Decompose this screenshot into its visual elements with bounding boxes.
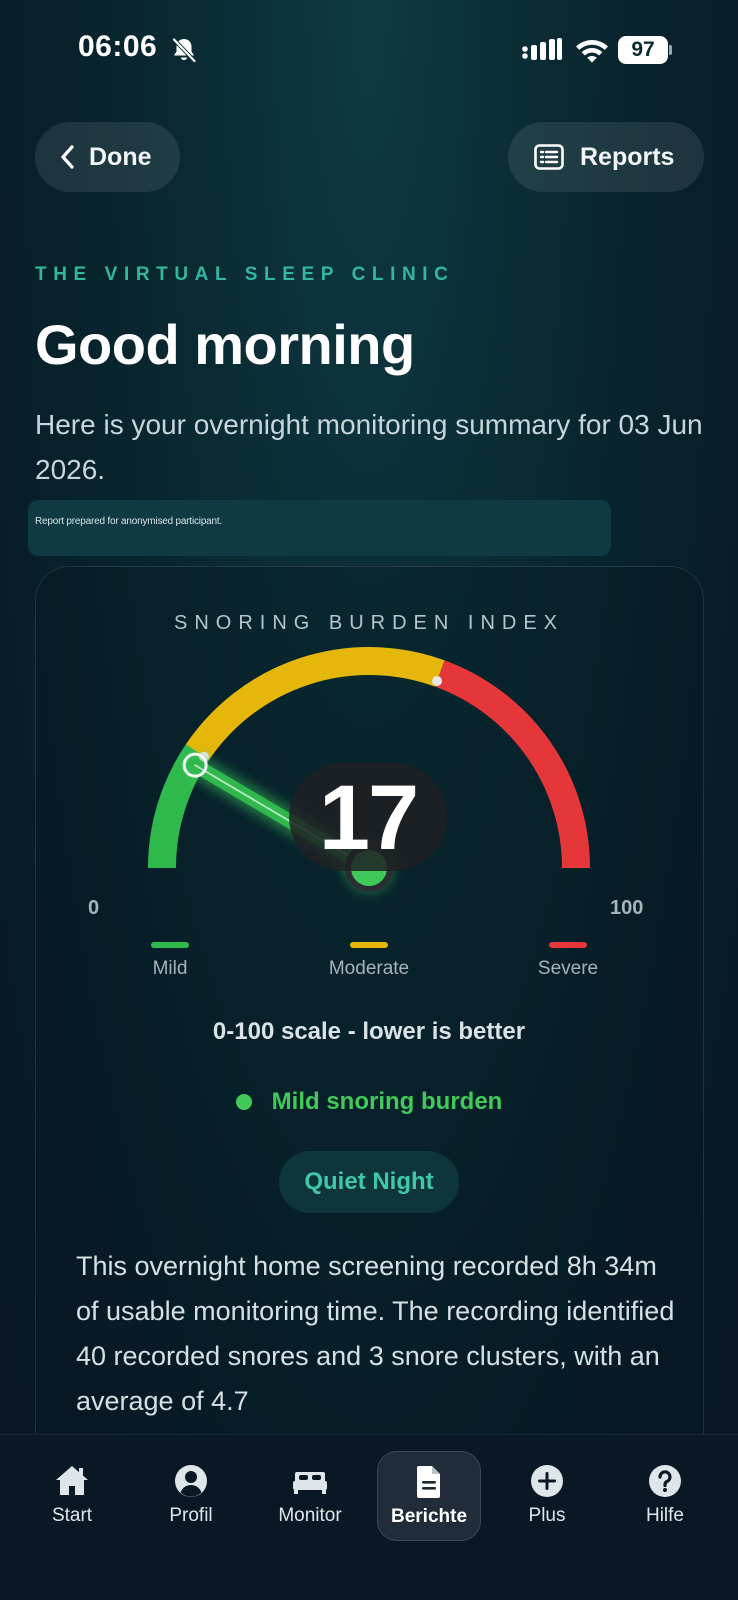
nav-label-start: Start [51, 1505, 93, 1526]
status-text: Mild snoring burden [271, 1088, 503, 1115]
status-dot [235, 1094, 252, 1110]
legend-moderate-label: Moderate [328, 958, 410, 979]
nav-item-start[interactable]: Start [20, 1451, 124, 1541]
night-badge: Quiet Night [279, 1151, 459, 1213]
reports-button[interactable]: Reports [508, 122, 704, 192]
home-icon [56, 1466, 88, 1495]
score-value: 17 [318, 767, 419, 869]
nav-item-hilfe[interactable]: Hilfe [613, 1451, 717, 1541]
nav-item-profil[interactable]: Profil [139, 1451, 243, 1541]
gauge-title: SNORING BURDEN INDEX [173, 612, 565, 634]
report-body-text: This overnight home screening recorded 8… [76, 1251, 675, 1416]
status-bar: 06:06 97 [0, 0, 738, 100]
nav-item-plus[interactable]: Plus [495, 1451, 599, 1541]
nav-label-monitor: Monitor [278, 1505, 342, 1526]
nav-item-berichte[interactable]: Berichte [377, 1451, 481, 1541]
nav-label-hilfe: Hilfe [645, 1505, 684, 1526]
gauge-arc-moderate [185, 647, 445, 761]
cellular-signal-icon [522, 38, 562, 60]
wifi-icon [576, 40, 608, 63]
summary-text: Here is your overnight monitoring summar… [35, 409, 703, 485]
done-button[interactable]: Done [35, 122, 180, 192]
clinic-eyebrow: THE VIRTUAL SLEEP CLINIC [35, 264, 455, 285]
page-title: Good morning [35, 313, 415, 376]
legend-moderate-swatch [350, 942, 388, 948]
legend-severe-label: Severe [537, 958, 599, 979]
gauge-min-label: 0 [88, 897, 100, 919]
status-time: 06:06 [78, 30, 158, 63]
battery-indicator: 97 [618, 36, 672, 64]
legend-severe-swatch [549, 942, 587, 948]
plus-circle-icon [531, 1465, 563, 1497]
report-list-icon [534, 144, 564, 170]
scale-note: 0-100 scale - lower is better [212, 1018, 526, 1045]
status-indicator: Mild snoring burden [0, 1088, 738, 1116]
legend-mild-swatch [151, 942, 189, 948]
legend-severe: Severe [488, 942, 648, 980]
prepared-note: Report prepared for anonymised participa… [28, 500, 611, 556]
gauge-max-label: 100 [610, 897, 644, 919]
legend-moderate: Moderate [289, 942, 449, 980]
nav-label-plus: Plus [528, 1505, 566, 1526]
nav-label-profil: Profil [169, 1505, 213, 1526]
battery-tip [669, 45, 672, 55]
gauge-arc-severe [434, 660, 590, 869]
document-icon [417, 1466, 440, 1498]
nav-label-berichte: Berichte [390, 1506, 468, 1527]
help-icon [649, 1465, 681, 1497]
battery-level: 97 [618, 36, 668, 64]
bed-icon [293, 1472, 327, 1494]
chevron-left-icon [61, 145, 74, 169]
gauge-boundary-moderate-severe [432, 676, 443, 687]
nav-item-monitor[interactable]: Monitor [258, 1451, 362, 1541]
legend-mild-label: Mild [152, 958, 188, 979]
done-label: Done [89, 142, 152, 171]
reports-label: Reports [580, 142, 675, 171]
user-icon [175, 1465, 207, 1497]
bell-off-icon [172, 38, 196, 63]
legend-mild: Mild [90, 942, 250, 980]
